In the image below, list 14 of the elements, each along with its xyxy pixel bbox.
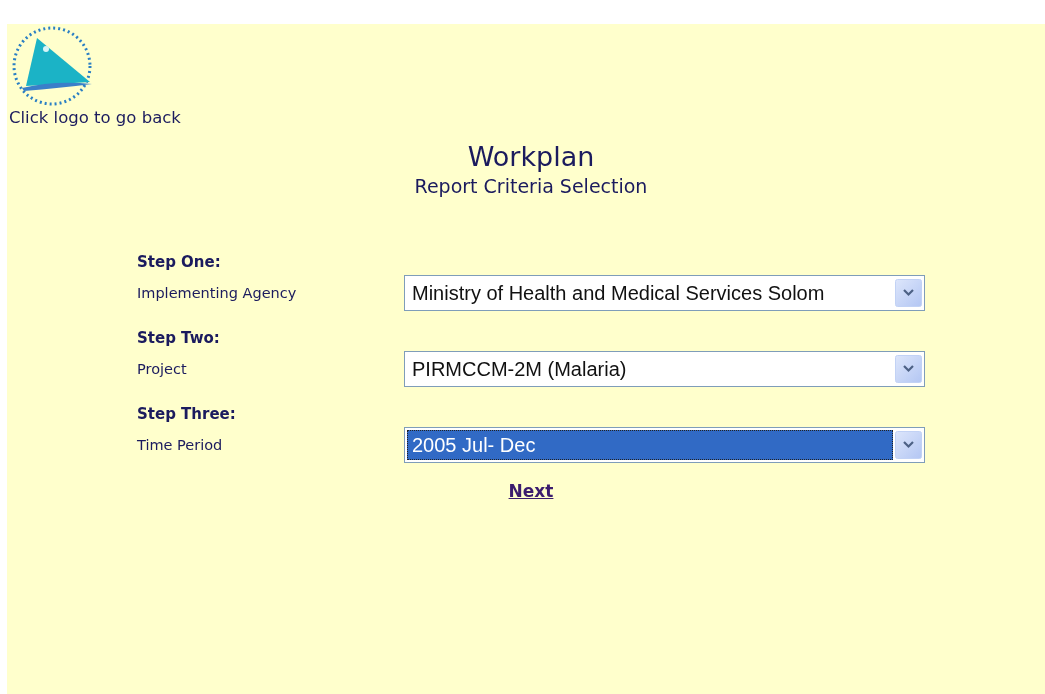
page-subtitle: Report Criteria Selection: [414, 175, 648, 197]
logo-caption: Click logo to go back: [9, 108, 182, 127]
page-title: Workplan: [467, 141, 595, 172]
field-label: Project: [137, 361, 188, 377]
dropdown-field[interactable]: Ministry of Health and Medical Services Solom: [404, 275, 925, 311]
step-heading: Step One:: [137, 253, 222, 271]
field-label: Time Period: [137, 437, 224, 453]
step-heading: Step Three:: [137, 405, 237, 423]
dropdown-field[interactable]: PIRMCCM-2M (Malaria): [404, 351, 925, 387]
logo-icon[interactable]: [10, 24, 94, 108]
step-heading: Step Two:: [137, 329, 221, 347]
dropdown-field[interactable]: 2005 Jul- Dec: [404, 427, 925, 463]
field-label: Implementing Agency: [137, 285, 298, 301]
next-link[interactable]: Next: [508, 481, 554, 501]
